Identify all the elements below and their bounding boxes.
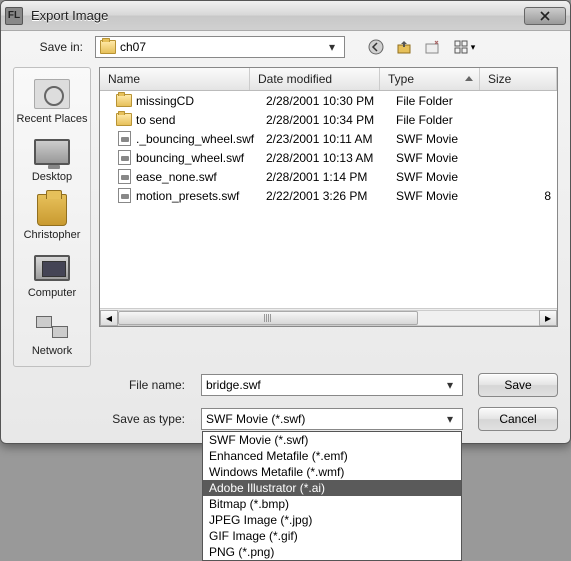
folder-icon bbox=[116, 112, 132, 128]
save-button[interactable]: Save bbox=[478, 373, 558, 397]
file-name: ease_none.swf bbox=[136, 170, 266, 184]
swf-file-icon bbox=[116, 169, 132, 185]
save-as-type-value: SWF Movie (*.swf) bbox=[206, 412, 442, 426]
file-type-option[interactable]: Bitmap (*.bmp) bbox=[203, 496, 461, 512]
place-label: Recent Places bbox=[17, 113, 88, 125]
chevron-down-icon: ▾ bbox=[442, 412, 458, 426]
save-in-label: Save in: bbox=[13, 40, 89, 54]
file-name: bouncing_wheel.swf bbox=[136, 151, 266, 165]
swf-file-icon bbox=[116, 150, 132, 166]
file-date: 2/28/2001 1:14 PM bbox=[266, 170, 396, 184]
folder-icon bbox=[100, 40, 116, 54]
column-date[interactable]: Date modified bbox=[250, 68, 380, 90]
place-label: Desktop bbox=[32, 171, 72, 183]
titlebar[interactable]: FL Export Image bbox=[1, 1, 570, 31]
desktop-icon bbox=[34, 139, 70, 165]
file-type: File Folder bbox=[396, 94, 496, 108]
file-name: missingCD bbox=[136, 94, 266, 108]
computer-icon bbox=[34, 255, 70, 281]
chevron-down-icon: ▾ bbox=[442, 378, 458, 392]
file-type-option[interactable]: SWF Movie (*.swf) bbox=[203, 432, 461, 448]
file-name: ._bouncing_wheel.swf bbox=[136, 132, 266, 146]
file-date: 2/22/2001 3:26 PM bbox=[266, 189, 396, 203]
file-name: to send bbox=[136, 113, 266, 127]
file-row[interactable]: motion_presets.swf2/22/2001 3:26 PMSWF M… bbox=[100, 186, 557, 205]
cancel-button[interactable]: Cancel bbox=[478, 407, 558, 431]
back-icon bbox=[368, 39, 384, 55]
file-type: SWF Movie bbox=[396, 189, 496, 203]
export-image-dialog: FL Export Image Save in: ch07 ▾ ▾ bbox=[0, 0, 571, 444]
place-desktop[interactable]: Desktop bbox=[16, 132, 88, 186]
app-icon: FL bbox=[5, 7, 23, 25]
file-row[interactable]: bouncing_wheel.swf2/28/2001 10:13 AMSWF … bbox=[100, 148, 557, 167]
filename-value: bridge.swf bbox=[206, 378, 442, 392]
file-date: 2/23/2001 10:11 AM bbox=[266, 132, 396, 146]
scroll-left-button[interactable]: ◂ bbox=[100, 310, 118, 326]
file-type-option[interactable]: JPEG Image (*.jpg) bbox=[203, 512, 461, 528]
up-one-level-button[interactable] bbox=[393, 36, 415, 58]
file-type: SWF Movie bbox=[396, 132, 496, 146]
file-name: motion_presets.swf bbox=[136, 189, 266, 203]
user-folder-icon bbox=[37, 194, 67, 226]
filename-field[interactable]: bridge.swf ▾ bbox=[201, 374, 463, 396]
save-in-combo[interactable]: ch07 ▾ bbox=[95, 36, 345, 58]
file-row[interactable]: ease_none.swf2/28/2001 1:14 PMSWF Movie bbox=[100, 167, 557, 186]
file-row[interactable]: to send2/28/2001 10:34 PMFile Folder bbox=[100, 110, 557, 129]
folder-icon bbox=[116, 93, 132, 109]
place-label: Christopher bbox=[24, 229, 81, 241]
file-type-option[interactable]: GIF Image (*.gif) bbox=[203, 528, 461, 544]
new-folder-icon bbox=[424, 39, 440, 55]
save-as-type-label: Save as type: bbox=[13, 412, 189, 426]
view-icon bbox=[453, 39, 469, 55]
file-list: Name Date modified Type Size missingCD2/… bbox=[99, 67, 558, 327]
place-computer[interactable]: Computer bbox=[16, 248, 88, 302]
scroll-thumb[interactable] bbox=[118, 311, 418, 325]
recent-places-icon bbox=[34, 79, 70, 109]
column-size[interactable]: Size bbox=[480, 68, 557, 90]
new-folder-button[interactable] bbox=[421, 36, 443, 58]
file-date: 2/28/2001 10:30 PM bbox=[266, 94, 396, 108]
back-button[interactable] bbox=[365, 36, 387, 58]
column-type[interactable]: Type bbox=[380, 68, 480, 90]
column-name[interactable]: Name bbox=[100, 68, 250, 90]
file-row[interactable]: ._bouncing_wheel.swf2/23/2001 10:11 AMSW… bbox=[100, 129, 557, 148]
save-in-toolbar: Save in: ch07 ▾ ▾ bbox=[1, 31, 570, 63]
swf-file-icon bbox=[116, 131, 132, 147]
file-type: SWF Movie bbox=[396, 170, 496, 184]
network-icon bbox=[34, 312, 70, 340]
column-headers: Name Date modified Type Size bbox=[100, 68, 557, 91]
chevron-down-icon: ▾ bbox=[471, 42, 476, 53]
file-row[interactable]: missingCD2/28/2001 10:30 PMFile Folder bbox=[100, 91, 557, 110]
window-title: Export Image bbox=[31, 8, 524, 23]
swf-file-icon bbox=[116, 188, 132, 204]
file-type-option[interactable]: Windows Metafile (*.wmf) bbox=[203, 464, 461, 480]
file-date: 2/28/2001 10:13 AM bbox=[266, 151, 396, 165]
place-label: Network bbox=[32, 345, 72, 357]
view-menu-button[interactable]: ▾ bbox=[449, 36, 479, 58]
filename-label: File name: bbox=[13, 378, 189, 392]
place-label: Computer bbox=[28, 287, 76, 299]
file-type: SWF Movie bbox=[396, 151, 496, 165]
save-in-value: ch07 bbox=[120, 40, 324, 54]
file-type-option[interactable]: Enhanced Metafile (*.emf) bbox=[203, 448, 461, 464]
file-size: 8 bbox=[496, 189, 557, 203]
close-icon bbox=[540, 11, 550, 21]
scroll-track[interactable] bbox=[118, 310, 539, 326]
file-type-option[interactable]: PNG (*.png) bbox=[203, 544, 461, 560]
save-as-type-combo[interactable]: SWF Movie (*.swf) ▾ SWF Movie (*.swf)Enh… bbox=[201, 408, 463, 430]
save-as-type-dropdown-list: SWF Movie (*.swf)Enhanced Metafile (*.em… bbox=[202, 431, 462, 561]
file-date: 2/28/2001 10:34 PM bbox=[266, 113, 396, 127]
file-type: File Folder bbox=[396, 113, 496, 127]
scroll-right-button[interactable]: ▸ bbox=[539, 310, 557, 326]
place-user-folder[interactable]: Christopher bbox=[16, 190, 88, 244]
close-button[interactable] bbox=[524, 7, 566, 25]
chevron-down-icon: ▾ bbox=[324, 40, 340, 54]
places-bar: Recent Places Desktop Christopher Comput… bbox=[13, 67, 91, 367]
folder-up-icon bbox=[396, 39, 412, 55]
place-network[interactable]: Network bbox=[16, 306, 88, 360]
place-recent[interactable]: Recent Places bbox=[16, 74, 88, 128]
file-type-option[interactable]: Adobe Illustrator (*.ai) bbox=[203, 480, 461, 496]
horizontal-scrollbar[interactable]: ◂ ▸ bbox=[100, 308, 557, 326]
